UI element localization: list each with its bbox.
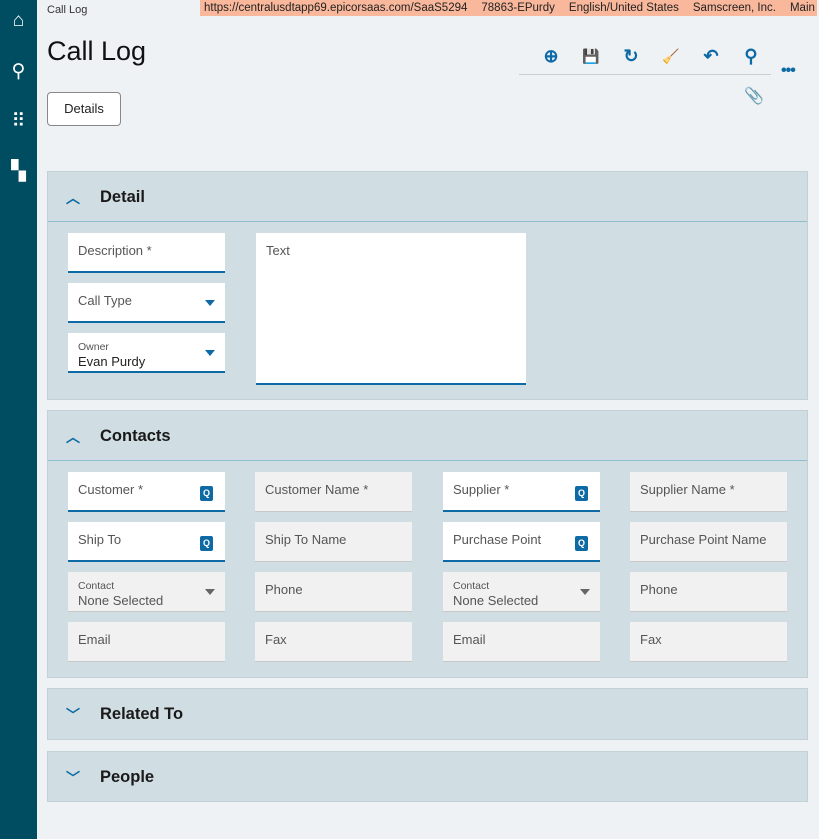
- section-title: Detail: [100, 188, 145, 206]
- text-area[interactable]: Text: [256, 233, 526, 385]
- page-title: Call Log: [47, 36, 147, 66]
- section-title: People: [100, 768, 155, 786]
- details-button[interactable]: Details: [47, 92, 121, 126]
- field-label: Purchase Point Name: [640, 532, 767, 547]
- field-label: Ship To Name: [265, 532, 347, 547]
- add-icon[interactable]: ⊕: [539, 44, 563, 68]
- chevron-up-icon[interactable]: ︿: [66, 188, 80, 208]
- chevron-down-icon[interactable]: [580, 589, 590, 595]
- chevron-up-icon[interactable]: ︿: [66, 427, 80, 447]
- people-section[interactable]: ﹀ People: [47, 751, 808, 802]
- lookup-search-icon[interactable]: Q: [575, 536, 588, 551]
- section-title: Related To: [100, 705, 184, 723]
- search-icon[interactable]: ⚲: [0, 60, 37, 83]
- field-value: None Selected: [453, 593, 539, 608]
- undo-icon[interactable]: ↶: [699, 44, 723, 68]
- attachment-icon[interactable]: 📎: [744, 86, 764, 106]
- purchase-point-name-field: Purchase Point Name: [630, 522, 787, 562]
- customer-name-field: Customer Name *: [255, 472, 412, 512]
- env-company: Samscreen, Inc.: [692, 2, 776, 14]
- supplier-name-field: Supplier Name *: [630, 472, 787, 512]
- field-value: Evan Purdy: [78, 354, 146, 369]
- supplier-contact-select[interactable]: Contact None Selected: [443, 572, 600, 612]
- field-label: Phone: [265, 582, 303, 597]
- contacts-section: ︿ Contacts Customer * Q Customer Name * S…: [47, 410, 808, 678]
- chevron-down-icon[interactable]: [205, 589, 215, 595]
- env-url: https://centralusdtapp69.epicorsaas.com/…: [204, 2, 468, 14]
- chevron-down-icon[interactable]: [205, 300, 215, 306]
- field-label: Text: [266, 243, 290, 258]
- lookup-search-icon[interactable]: Q: [200, 536, 213, 551]
- field-label: Supplier Name *: [640, 482, 735, 497]
- related-to-section[interactable]: ﹀ Related To: [47, 688, 808, 740]
- lookup-search-icon[interactable]: Q: [200, 486, 213, 501]
- field-label: Description *: [78, 243, 152, 258]
- more-options-icon[interactable]: •••: [781, 62, 796, 80]
- customer-field[interactable]: Customer * Q: [68, 472, 225, 512]
- env-plant: Main Plant: [789, 2, 819, 14]
- customer-phone-field: Phone: [255, 572, 412, 612]
- field-label: Owner: [78, 341, 109, 353]
- field-label: Email: [78, 632, 111, 647]
- customer-fax-field: Fax: [255, 622, 412, 662]
- owner-select[interactable]: Owner Evan Purdy: [68, 333, 225, 373]
- field-label: Contact: [453, 580, 490, 592]
- call-type-select[interactable]: Call Type: [68, 283, 225, 323]
- chevron-down-icon[interactable]: [205, 350, 215, 356]
- apps-grid-icon[interactable]: ⠿: [0, 110, 37, 133]
- sidebar: ⌂ ⚲ ⠿ ▚: [0, 0, 37, 839]
- field-label: Ship To: [78, 532, 122, 547]
- breadcrumb: Call Log: [47, 4, 88, 16]
- supplier-fax-field: Fax: [630, 622, 787, 662]
- field-label: Contact: [78, 580, 115, 592]
- field-label: Phone: [640, 582, 678, 597]
- search-icon[interactable]: ⚲: [739, 44, 763, 68]
- detail-section: ︿ Detail Description * Call Type Owner Ev…: [47, 171, 808, 400]
- people-header[interactable]: ﹀ People: [48, 752, 807, 802]
- field-label: Customer *: [78, 482, 144, 497]
- contacts-header[interactable]: ︿ Contacts: [48, 411, 807, 461]
- environment-bar: https://centralusdtapp69.epicorsaas.com/…: [200, 0, 819, 16]
- field-label: Email: [453, 632, 486, 647]
- field-label: Purchase Point: [453, 532, 542, 547]
- field-value: None Selected: [78, 593, 164, 608]
- env-user: 78863-EPurdy: [481, 2, 555, 14]
- section-title: Contacts: [100, 427, 171, 445]
- field-label: Fax: [265, 632, 287, 647]
- lookup-search-icon[interactable]: Q: [575, 486, 588, 501]
- ship-to-field[interactable]: Ship To Q: [68, 522, 225, 562]
- supplier-phone-field: Phone: [630, 572, 787, 612]
- field-label: Call Type: [78, 293, 132, 308]
- description-field[interactable]: Description *: [68, 233, 225, 273]
- supplier-field[interactable]: Supplier * Q: [443, 472, 600, 512]
- ship-to-name-field: Ship To Name: [255, 522, 412, 562]
- save-icon[interactable]: 💾: [579, 44, 603, 68]
- purchase-point-field[interactable]: Purchase Point Q: [443, 522, 600, 562]
- env-language: English/United States: [568, 2, 679, 14]
- field-label: Fax: [640, 632, 662, 647]
- related-to-header[interactable]: ﹀ Related To: [48, 689, 807, 739]
- chevron-down-icon[interactable]: ﹀: [66, 768, 80, 788]
- dashboard-icon[interactable]: ▚: [0, 160, 37, 183]
- refresh-icon[interactable]: ↻: [619, 44, 643, 68]
- field-label: Customer Name *: [265, 482, 369, 497]
- detail-header[interactable]: ︿ Detail: [48, 172, 807, 222]
- toolbar: ⊕ 💾 ↻ 🧹 ↶ ⚲: [519, 44, 771, 75]
- customer-email-field: Email: [68, 622, 225, 662]
- chevron-down-icon[interactable]: ﹀: [66, 705, 80, 725]
- home-icon[interactable]: ⌂: [0, 10, 37, 32]
- customer-contact-select[interactable]: Contact None Selected: [68, 572, 225, 612]
- clear-icon[interactable]: 🧹: [659, 44, 683, 68]
- field-label: Supplier *: [453, 482, 510, 497]
- supplier-email-field: Email: [443, 622, 600, 662]
